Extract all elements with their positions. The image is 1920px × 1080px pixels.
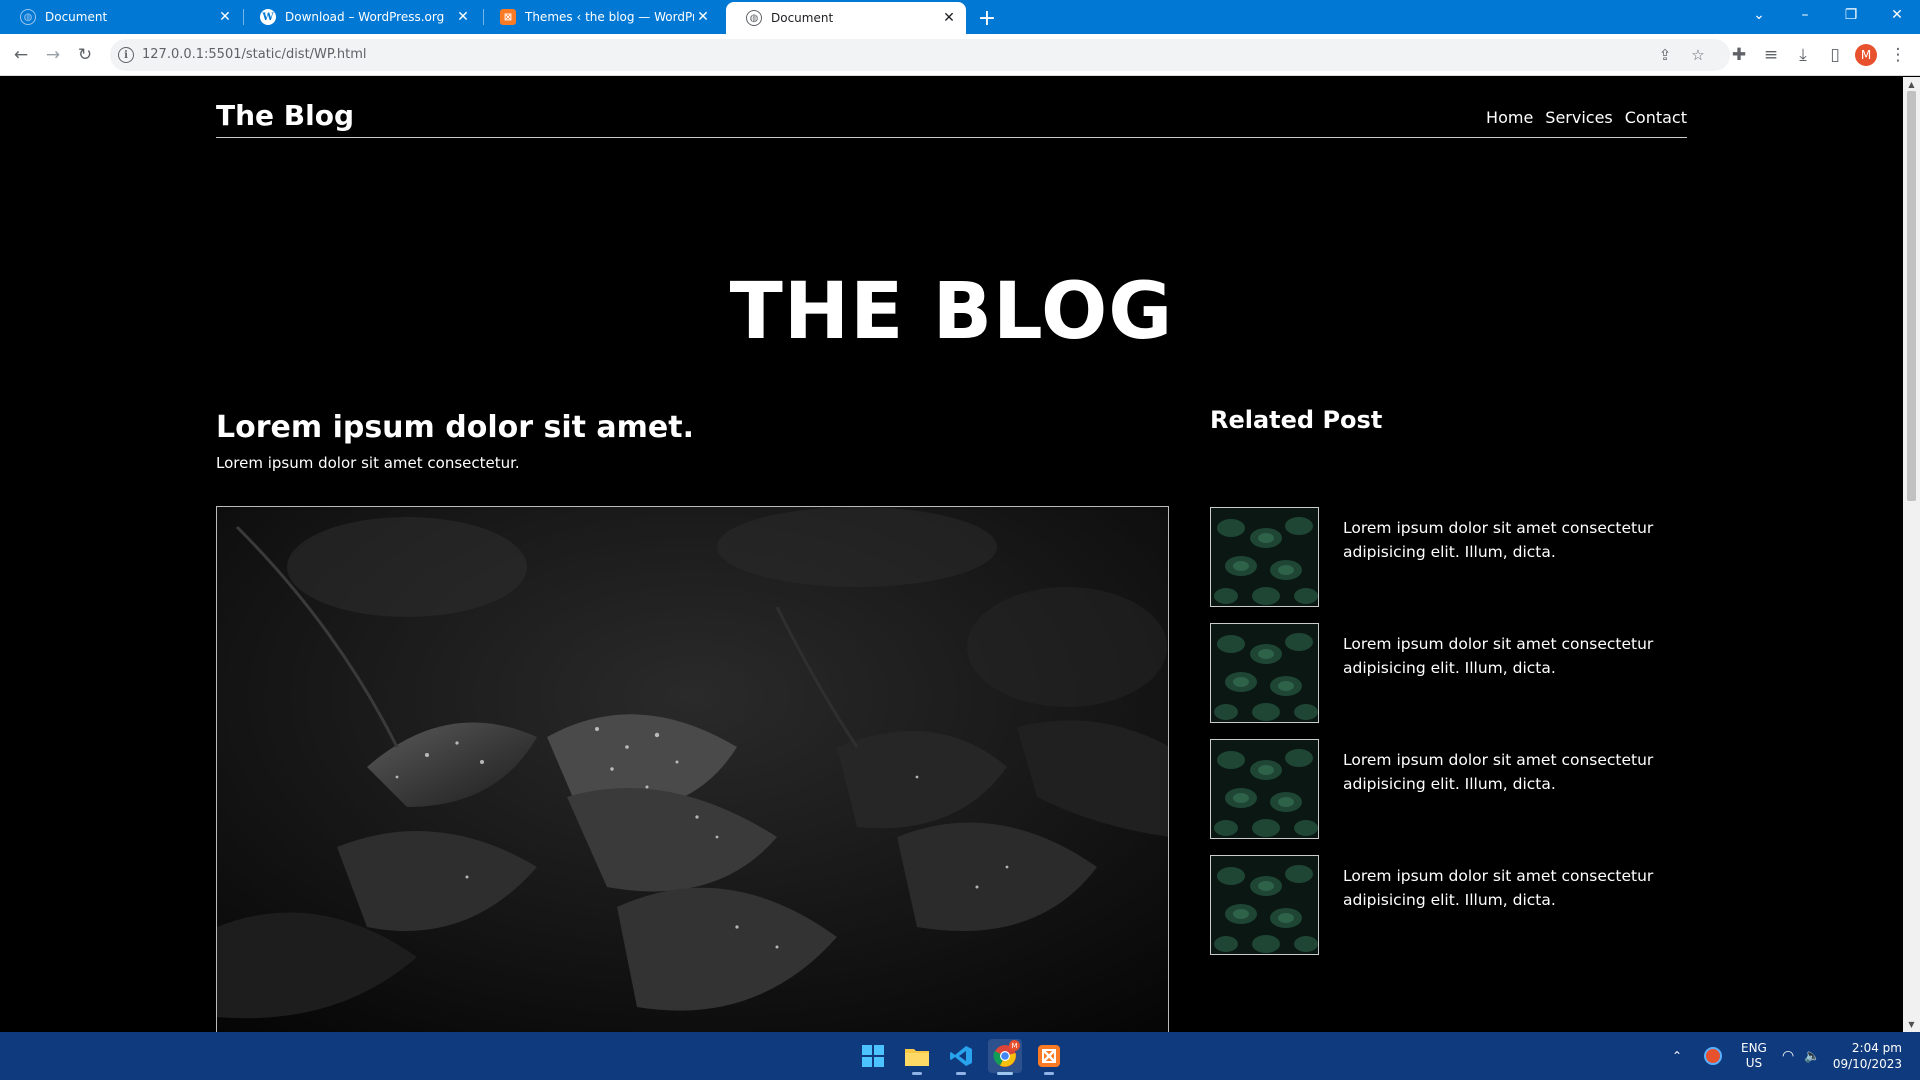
tab-document-active[interactable]: ◍ Document ✕: [726, 2, 966, 34]
clock-date: 09/10/2023: [1832, 1057, 1902, 1071]
globe-icon: ◍: [746, 10, 762, 26]
related-post-text[interactable]: Lorem ipsum dolor sit amet consectetur a…: [1343, 864, 1673, 912]
related-post-text[interactable]: Lorem ipsum dolor sit amet consectetur a…: [1343, 516, 1673, 564]
close-icon[interactable]: ✕: [940, 9, 958, 27]
running-indicator: [956, 1072, 966, 1075]
page-viewport: The Blog Home Services Contact THE BLOG …: [0, 77, 1903, 1032]
tab-title: Themes ‹ the blog — WordPress: [525, 10, 694, 24]
file-explorer-icon[interactable]: [900, 1039, 934, 1075]
url-text: 127.0.0.1:5501/static/dist/WP.html: [142, 47, 367, 62]
nav-link-services[interactable]: Services: [1545, 108, 1612, 127]
onedrive-icon[interactable]: [1704, 1032, 1722, 1080]
forward-icon[interactable]: →: [41, 43, 65, 67]
post-image: [216, 506, 1169, 1032]
tab-wordpress-download[interactable]: W Download – WordPress.org ✕: [240, 0, 480, 34]
back-icon[interactable]: ←: [9, 43, 33, 67]
scroll-down-icon[interactable]: ▼: [1907, 1020, 1916, 1029]
active-indicator: [997, 1072, 1013, 1075]
wifi-icon[interactable]: ◠: [1782, 1032, 1794, 1080]
related-post-thumbnail[interactable]: [1210, 507, 1319, 607]
leaf-thumbnail-image: [1211, 856, 1318, 954]
windows-start-icon[interactable]: [856, 1039, 890, 1073]
site-header: The Blog Home Services Contact: [216, 99, 1687, 138]
post-subtitle: Lorem ipsum dolor sit amet consectetur.: [216, 454, 520, 472]
related-post-thumbnail[interactable]: [1210, 855, 1319, 955]
hero-title: THE BLOG: [729, 267, 1174, 357]
close-icon[interactable]: ✕: [454, 8, 472, 26]
wordpress-icon: W: [260, 9, 276, 25]
windows-taskbar: M ⌃ ENG US ◠ 🔈 2:04 pm 09/10/2023: [0, 1032, 1920, 1080]
browser-titlebar: ◍ Document ✕ W Download – WordPress.org …: [0, 0, 1920, 34]
related-post-text[interactable]: Lorem ipsum dolor sit amet consectetur a…: [1343, 632, 1673, 680]
xampp-icon[interactable]: [1032, 1039, 1066, 1075]
post-title: Lorem ipsum dolor sit amet.: [216, 410, 694, 445]
minimize-button[interactable]: –: [1782, 0, 1828, 30]
close-icon[interactable]: ✕: [216, 8, 234, 26]
related-post-thumbnail[interactable]: [1210, 623, 1319, 723]
close-icon[interactable]: ✕: [694, 8, 712, 26]
related-post-item[interactable]: Lorem ipsum dolor sit amet consectetur a…: [1210, 855, 1690, 955]
xampp-icon: ⊠: [500, 9, 516, 25]
related-post-thumbnail[interactable]: [1210, 739, 1319, 839]
leaves-photo: [217, 507, 1168, 1032]
info-icon[interactable]: i: [118, 47, 134, 63]
volume-icon[interactable]: 🔈: [1804, 1032, 1820, 1080]
address-bar[interactable]: i 127.0.0.1:5501/static/dist/WP.html ⇪ ☆: [110, 39, 1730, 71]
leaf-thumbnail-image: [1211, 508, 1318, 606]
leaf-thumbnail-image: [1211, 624, 1318, 722]
nav-link-contact[interactable]: Contact: [1625, 108, 1687, 127]
clock-time: 2:04 pm: [1851, 1041, 1902, 1055]
site-brand[interactable]: The Blog: [216, 99, 354, 132]
scrollbar-thumb[interactable]: [1907, 91, 1916, 501]
star-icon[interactable]: ☆: [1688, 45, 1708, 65]
region-code: US: [1745, 1056, 1763, 1070]
language-code: ENG: [1741, 1041, 1767, 1055]
vscode-icon[interactable]: [944, 1039, 978, 1075]
menu-icon[interactable]: ⋮: [1886, 43, 1910, 67]
tab-title: Download – WordPress.org: [285, 10, 445, 24]
globe-icon: ◍: [20, 9, 36, 25]
reload-icon[interactable]: ↻: [73, 43, 97, 67]
related-post-item[interactable]: Lorem ipsum dolor sit amet consectetur a…: [1210, 507, 1690, 607]
tab-themes[interactable]: ⊠ Themes ‹ the blog — WordPress ✕: [480, 0, 720, 34]
extensions-icon[interactable]: ✚: [1727, 43, 1751, 67]
avatar[interactable]: M: [1855, 44, 1877, 66]
browser-toolbar: ← → ↻ i 127.0.0.1:5501/static/dist/WP.ht…: [0, 34, 1920, 76]
close-window-button[interactable]: ✕: [1874, 0, 1920, 30]
related-post-item[interactable]: Lorem ipsum dolor sit amet consectetur a…: [1210, 623, 1690, 723]
download-icon[interactable]: ⤓: [1791, 43, 1815, 67]
tab-title: Document: [45, 10, 108, 24]
side-panel-icon[interactable]: ▯: [1823, 43, 1847, 67]
running-indicator: [1044, 1072, 1054, 1075]
new-tab-button[interactable]: +: [974, 5, 1000, 31]
clock[interactable]: 2:04 pm 09/10/2023: [1832, 1032, 1902, 1080]
reading-list-icon[interactable]: ≡: [1759, 43, 1783, 67]
chrome-profile-badge: M: [1009, 1040, 1020, 1051]
show-hidden-icons[interactable]: ⌃: [1672, 1032, 1682, 1080]
chrome-icon[interactable]: M: [988, 1039, 1022, 1075]
share-icon[interactable]: ⇪: [1655, 45, 1675, 65]
site-nav: Home Services Contact: [1486, 108, 1687, 127]
restore-button[interactable]: ❐: [1828, 0, 1874, 30]
nav-link-home[interactable]: Home: [1486, 108, 1533, 127]
tab-document-1[interactable]: ◍ Document ✕: [0, 0, 242, 34]
leaf-thumbnail-image: [1211, 740, 1318, 838]
language-indicator[interactable]: ENG US: [1741, 1032, 1767, 1080]
related-post-item[interactable]: Lorem ipsum dolor sit amet consectetur a…: [1210, 739, 1690, 839]
running-indicator: [912, 1072, 922, 1075]
related-post-text[interactable]: Lorem ipsum dolor sit amet consectetur a…: [1343, 748, 1673, 796]
tab-title: Document: [771, 11, 834, 25]
related-posts-title: Related Post: [1210, 406, 1383, 434]
page-scrollbar[interactable]: ▲ ▼: [1903, 77, 1920, 1032]
tab-search-icon[interactable]: ⌄: [1736, 0, 1782, 30]
scroll-up-icon[interactable]: ▲: [1907, 80, 1916, 89]
